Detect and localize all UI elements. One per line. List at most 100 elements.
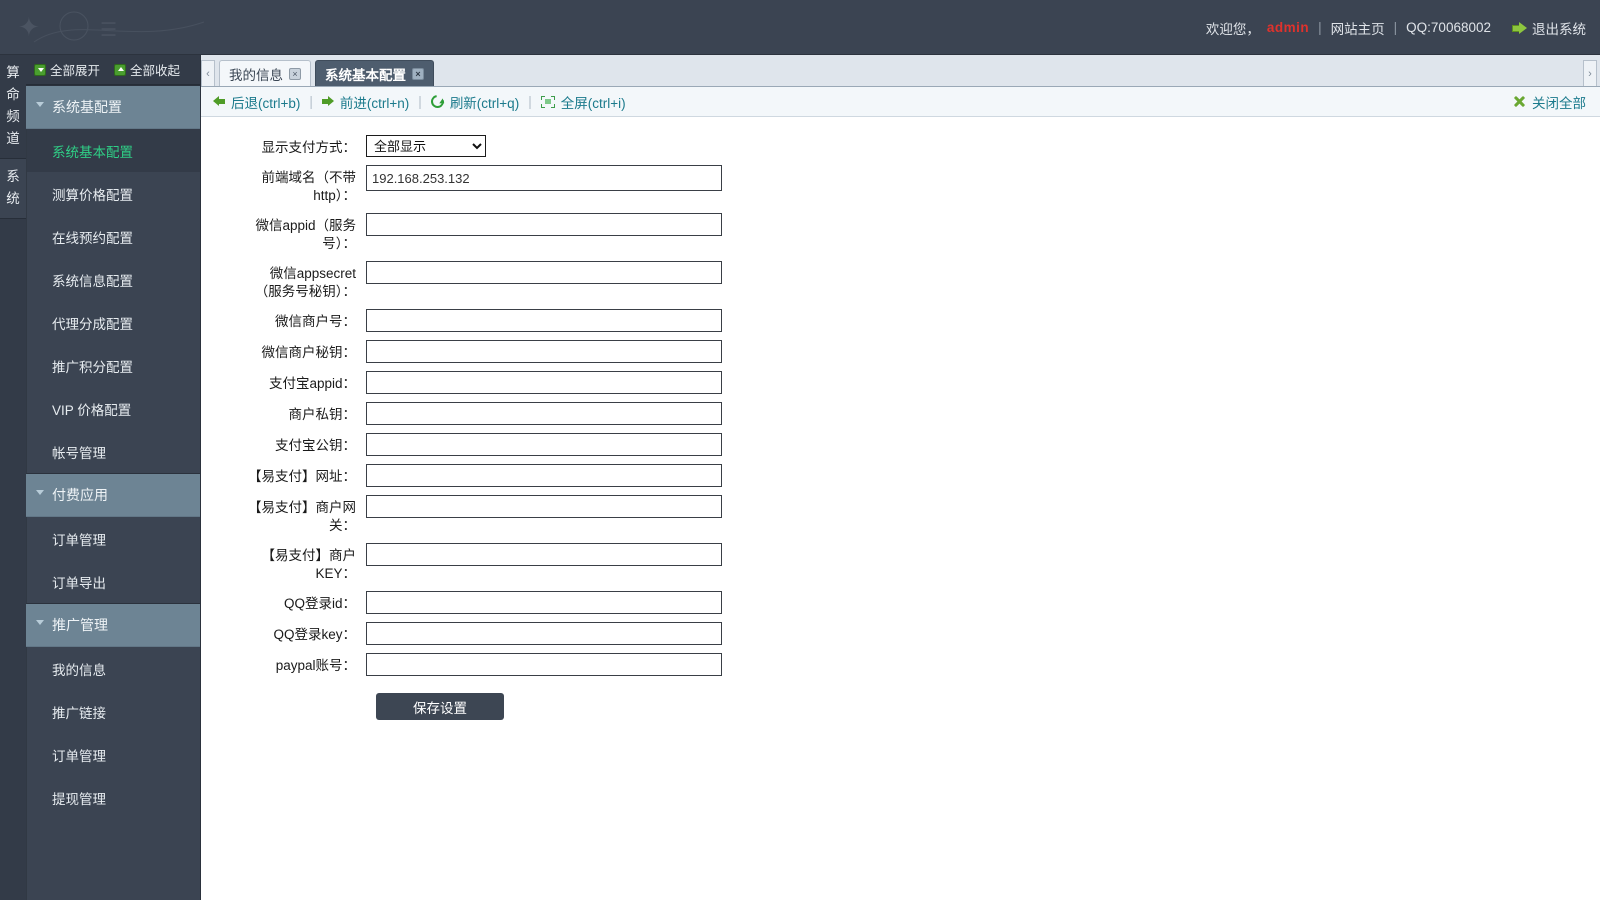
sidebar-item-label: 推广积分配置 xyxy=(52,359,133,375)
tab-label: 系统基本配置 xyxy=(325,67,406,83)
input-6[interactable] xyxy=(366,371,722,394)
sidebar-item-1-1[interactable]: 订单导出 xyxy=(26,560,200,603)
form-label-10: 【易支付】商户网关： xyxy=(248,500,356,533)
form-field-11 xyxy=(366,543,722,566)
expand-all-button[interactable]: 全部展开 xyxy=(34,60,100,79)
fullscreen-button[interactable]: 全屏(ctrl+i) xyxy=(540,92,626,112)
form-field-12 xyxy=(366,591,722,614)
tab-close-icon[interactable]: × xyxy=(289,67,301,80)
forward-button[interactable]: 前进(ctrl+n) xyxy=(321,92,410,112)
sidebar-item-0-6[interactable]: VIP 价格配置 xyxy=(26,387,200,430)
vertical-tab-fortune-channel[interactable]: 算命频道 xyxy=(0,55,26,159)
form-row-0: 显示支付方式： 全部显示 xyxy=(248,135,1600,157)
refresh-button[interactable]: 刷新(ctrl+q) xyxy=(428,92,519,112)
svg-text:☰: ☰ xyxy=(100,19,117,41)
forward-label: 前进(ctrl+n) xyxy=(339,95,410,111)
form-row-10: 【易支付】商户网关： xyxy=(248,495,1600,535)
sidebar-group-1[interactable]: 付费应用 xyxy=(26,473,200,517)
back-arrow-icon xyxy=(213,96,225,107)
form-row-3: 微信appsecret（服务号秘钥）： xyxy=(248,261,1600,301)
refresh-icon xyxy=(428,92,447,111)
logout-arrow-icon xyxy=(1512,21,1527,34)
vertical-tab-system[interactable]: 系统 xyxy=(0,159,26,219)
tab-0[interactable]: 我的信息 × xyxy=(219,60,311,86)
header-separator-2: | xyxy=(1393,20,1398,35)
sidebar-item-label: VIP 价格配置 xyxy=(52,402,132,418)
chevron-down-icon xyxy=(36,619,44,625)
back-button[interactable]: 后退(ctrl+b) xyxy=(213,92,300,112)
sidebar-item-2-1[interactable]: 推广链接 xyxy=(26,690,200,733)
close-all-button[interactable]: 关闭全部 xyxy=(1513,92,1586,112)
content-toolbar: 后退(ctrl+b) | 前进(ctrl+n) | 刷新(ctrl+q) | 全… xyxy=(201,87,1600,117)
sidebar-item-2-3[interactable]: 提现管理 xyxy=(26,776,200,819)
sidebar-item-2-0[interactable]: 我的信息 xyxy=(26,647,200,690)
input-1[interactable] xyxy=(366,165,722,191)
form-row-14: paypal账号： xyxy=(248,653,1600,676)
sidebar-item-0-1[interactable]: 测算价格配置 xyxy=(26,172,200,215)
sidebar-item-0-5[interactable]: 推广积分配置 xyxy=(26,344,200,387)
tab-1[interactable]: 系统基本配置 × xyxy=(315,60,434,86)
back-label: 后退(ctrl+b) xyxy=(231,95,301,111)
sidebar-item-0-0[interactable]: 系统基本配置 xyxy=(26,129,200,172)
sidebar-item-1-0[interactable]: 订单管理 xyxy=(26,517,200,560)
logout-button[interactable]: 退出系统 xyxy=(1512,18,1586,38)
form-label-0: 显示支付方式： xyxy=(261,140,357,155)
chevron-down-icon xyxy=(36,489,44,495)
collapse-all-button[interactable]: 全部收起 xyxy=(114,60,180,79)
form-row-13: QQ登录key： xyxy=(248,622,1600,645)
collapse-all-label: 全部收起 xyxy=(130,64,181,78)
save-settings-button[interactable]: 保存设置 xyxy=(376,693,504,720)
input-13[interactable] xyxy=(366,622,722,645)
sidebar-group-0[interactable]: 系统基配置 xyxy=(26,85,200,129)
input-8[interactable] xyxy=(366,433,722,456)
input-14[interactable] xyxy=(366,653,722,676)
sidebar-item-label: 订单管理 xyxy=(52,532,106,548)
sidebar-item-0-2[interactable]: 在线预约配置 xyxy=(26,215,200,258)
tab-scroll-left-button[interactable]: ‹ xyxy=(201,60,215,86)
form-label-4: 微信商户号： xyxy=(275,314,356,329)
payment-display-select[interactable]: 全部显示 xyxy=(366,135,486,157)
input-9[interactable] xyxy=(366,464,722,487)
expand-all-icon xyxy=(34,63,46,76)
form-label-9: 【易支付】网址： xyxy=(248,469,356,484)
form-row-6: 支付宝appid： xyxy=(248,371,1600,394)
sidebar-item-0-7[interactable]: 帐号管理 xyxy=(26,430,200,473)
sidebar-group-label: 推广管理 xyxy=(52,617,108,633)
vertical-tab-system-label: 系统 xyxy=(6,169,20,206)
form-label-13: QQ登录key： xyxy=(273,627,356,642)
site-home-link[interactable]: 网站主页 xyxy=(1331,18,1385,38)
tab-bar: ‹ 我的信息 × 系统基本配置 × › xyxy=(201,55,1600,87)
header-separator-1: | xyxy=(1318,20,1322,35)
close-all-label: 关闭全部 xyxy=(1532,95,1586,111)
form-label-3: 微信appsecret（服务号秘钥）： xyxy=(254,266,356,299)
tab-close-icon[interactable]: × xyxy=(412,67,424,80)
tab-scroll-right-button[interactable]: › xyxy=(1583,60,1597,86)
fullscreen-icon xyxy=(540,95,555,108)
form-field-7 xyxy=(366,402,722,425)
sidebar-group-label: 系统基配置 xyxy=(52,99,122,115)
sidebar-item-2-2[interactable]: 订单管理 xyxy=(26,733,200,776)
form-field-9 xyxy=(366,464,722,487)
input-2[interactable] xyxy=(366,213,722,236)
form-field-10 xyxy=(366,495,722,518)
input-11[interactable] xyxy=(366,543,722,566)
logout-label: 退出系统 xyxy=(1532,21,1586,37)
main-panel: ‹ 我的信息 × 系统基本配置 × › 后退(ctrl+b) | 前进(ctrl+n)… xyxy=(201,55,1600,900)
toolbar-separator-3: | xyxy=(528,94,532,109)
sidebar-group-2[interactable]: 推广管理 xyxy=(26,603,200,647)
input-5[interactable] xyxy=(366,340,722,363)
sidebar-item-0-4[interactable]: 代理分成配置 xyxy=(26,301,200,344)
vertical-tab-fortune-channel-label: 算命频道 xyxy=(6,65,20,146)
input-12[interactable] xyxy=(366,591,722,614)
input-4[interactable] xyxy=(366,309,722,332)
form-row-12: QQ登录id： xyxy=(248,591,1600,614)
form-row-2: 微信appid（服务号）： xyxy=(248,213,1600,253)
input-7[interactable] xyxy=(366,402,722,425)
input-3[interactable] xyxy=(366,261,722,284)
input-10[interactable] xyxy=(366,495,722,518)
close-all-icon xyxy=(1513,95,1526,108)
form-label-8: 支付宝公钥： xyxy=(275,438,356,453)
sidebar-item-0-3[interactable]: 系统信息配置 xyxy=(26,258,200,301)
site-logo: ✦ ☰ xyxy=(18,11,205,43)
forward-arrow-icon xyxy=(321,96,334,107)
